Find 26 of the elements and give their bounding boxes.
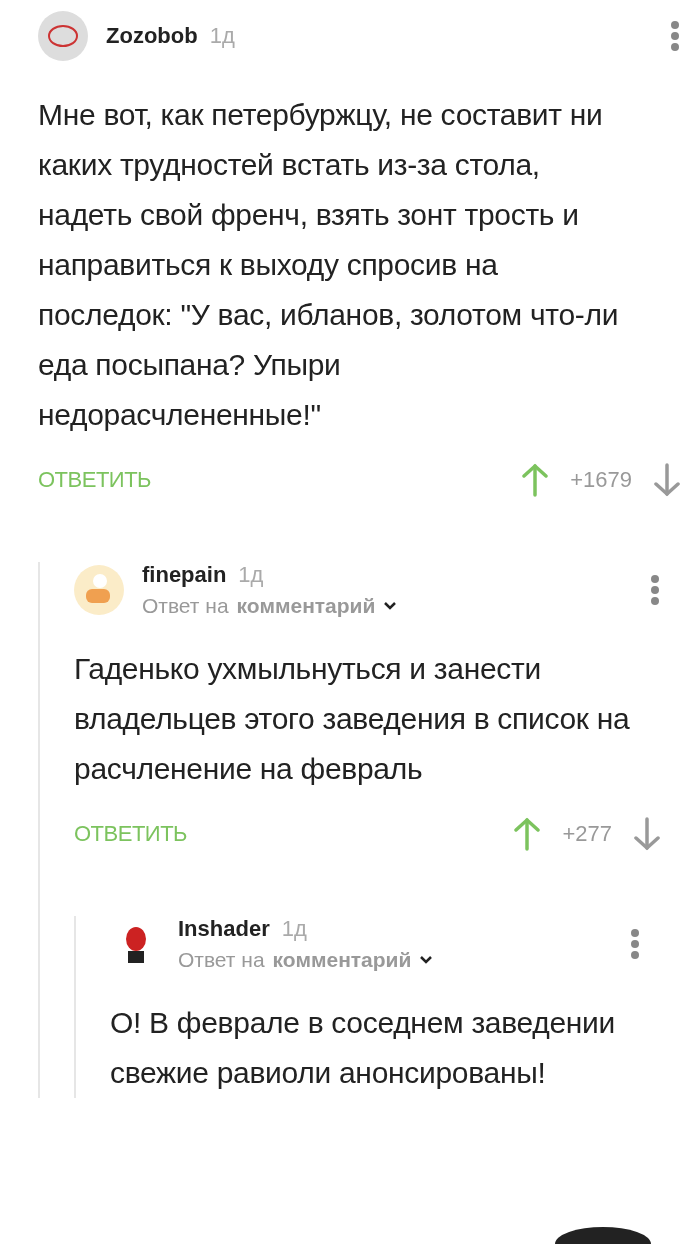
downvote-arrow-icon[interactable] — [654, 463, 680, 497]
more-icon[interactable] — [630, 928, 640, 960]
author-name[interactable]: finepain — [142, 562, 227, 588]
vote-score: +1679 — [570, 467, 632, 493]
author-name[interactable]: Inshader — [178, 916, 270, 942]
comment-text: О! В феврале в соседнем заведении свежие равиоли анонсированы! — [110, 1005, 617, 1091]
comment-text: Гаденько ухмыльнуться и занести владельцев этого заведения в список на расчленение на февраль — [74, 651, 631, 787]
chevron-down-icon[interactable] — [383, 601, 398, 611]
parent-comment-link[interactable]: комментарий — [272, 948, 412, 972]
comment-time: 1д — [281, 916, 307, 942]
chevron-down-icon[interactable] — [419, 955, 434, 965]
upvote-arrow-icon[interactable] — [514, 817, 541, 851]
comment-time: 1д — [238, 562, 264, 588]
comment-time: 1д — [209, 23, 235, 49]
comment-text: Мне вот, как петербуржцу, не составит ни каких трудностей встать из-за стола, надеть свой френч, взять зонт трость и направиться к выходу спросив на последок: "У вас, ибланов, золотом что-ли еда посыпана? Упыри недорасчлененные!" — [38, 97, 620, 433]
upvote-arrow-icon[interactable] — [522, 463, 549, 497]
more-icon[interactable] — [650, 574, 660, 606]
reply-button[interactable]: ОТВЕТИТЬ — [38, 467, 152, 493]
reply-button[interactable]: ОТВЕТИТЬ — [74, 821, 188, 847]
more-icon[interactable] — [670, 20, 680, 52]
author-name[interactable]: Zozobob — [106, 23, 198, 49]
reply-to-label: Ответ на — [142, 594, 229, 618]
reply-to-label: Ответ на — [178, 948, 265, 972]
vote-score: +277 — [562, 821, 612, 847]
parent-comment-link[interactable]: комментарий — [236, 594, 376, 618]
downvote-arrow-icon[interactable] — [634, 817, 660, 851]
